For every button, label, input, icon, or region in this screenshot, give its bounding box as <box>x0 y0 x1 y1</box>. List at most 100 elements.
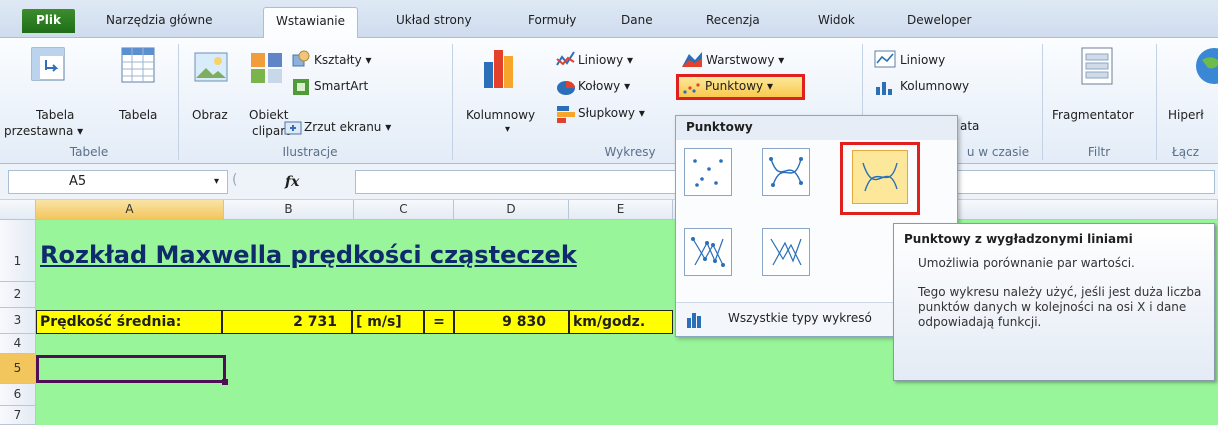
picture-icon <box>194 52 228 82</box>
row-header-3[interactable]: 3 <box>0 308 36 334</box>
sparkline-column-icon <box>876 82 892 95</box>
group-label-lacza: Łącz <box>1172 145 1199 159</box>
shapes-label: Kształty ▾ <box>314 53 372 67</box>
insert-function-icon[interactable]: fx <box>285 174 299 190</box>
fill-handle[interactable] <box>222 379 228 385</box>
cell-a3-label[interactable]: Prędkość średnia: <box>36 310 222 334</box>
column-header-d[interactable]: D <box>454 200 569 220</box>
cell-d3-value-kmh[interactable]: 9 830 <box>454 310 569 334</box>
tab-dane[interactable]: Dane <box>621 13 653 27</box>
area-chart-icon <box>682 52 702 67</box>
line-chart-label: Liniowy ▾ <box>578 53 634 67</box>
formula-bar: A5 ▾ ( fx <box>0 164 1218 200</box>
screenshot-label: Zrzut ekranu ▾ <box>304 120 392 134</box>
clipart-icon <box>251 53 282 83</box>
line-chart-icon <box>556 51 575 66</box>
smartart-label: SmartArt <box>314 79 369 93</box>
group-separator <box>1156 44 1157 160</box>
all-chart-types-label: Wszystkie typy wykresó <box>728 311 872 325</box>
cell-c3-unit-ms[interactable]: [ m/s] <box>352 310 424 334</box>
row-header-1[interactable]: 1 <box>0 220 36 282</box>
tab-narzedzia-glowne[interactable]: Narzędzia główne <box>106 13 213 27</box>
group-separator <box>178 44 179 160</box>
hyperlink-label: Hiperł <box>1168 108 1204 122</box>
scatter-smooth-lines-icon <box>862 162 898 192</box>
tab-recenzja[interactable]: Recenzja <box>706 13 760 27</box>
column-header-e[interactable]: E <box>569 200 673 220</box>
sparkline-line-label: Liniowy <box>900 53 946 67</box>
group-separator <box>1042 44 1043 160</box>
shapes-icon <box>292 50 310 67</box>
tab-deweloper[interactable]: Deweloper <box>907 13 971 27</box>
group-label-ilustracje: Ilustracje <box>282 145 338 159</box>
column-header-c[interactable]: C <box>354 200 454 220</box>
ribbon-tabs: Plik Narzędzia główne Wstawianie Układ s… <box>0 0 1218 39</box>
tab-formuly[interactable]: Formuły <box>528 13 576 27</box>
group-label-wykresy: Wykresy <box>604 145 656 159</box>
scatter-straight-markers-icon <box>691 237 725 267</box>
smartart-icon <box>293 79 309 95</box>
tooltip-description: Umożliwia porównanie par wartości. <box>918 256 1135 270</box>
area-chart-label: Warstwowy ▾ <box>706 53 785 67</box>
column-header-b[interactable]: B <box>224 200 354 220</box>
gallery-header: Punktowy <box>676 116 957 140</box>
group-label-wykresy-przebiegu: u w czasie <box>966 145 1030 159</box>
row-header-2[interactable]: 2 <box>0 282 36 308</box>
screenshot-icon <box>284 121 302 135</box>
group-label-tabele: Tabele <box>69 145 109 159</box>
scatter-markers-icon <box>693 159 723 187</box>
scatter-chart-icon <box>683 83 700 94</box>
scatter-markers-only-option[interactable] <box>684 148 732 196</box>
group-label-filtr: Filtr <box>1087 145 1111 159</box>
scatter-chart-button[interactable]: Punktowy ▾ <box>676 74 805 100</box>
scatter-smooth-markers-icon <box>769 157 803 187</box>
tooltip-usage-hint: Tego wykresu należy użyć, jeśli jest duż… <box>918 285 1202 329</box>
pivot-table-icon <box>31 47 65 81</box>
clipart-label-1: Obiekt <box>249 108 289 122</box>
tab-uklad-strony[interactable]: Układ strony <box>396 13 472 27</box>
pie-chart-label: Kołowy ▾ <box>578 79 631 93</box>
cell-e3-unit-kmh[interactable]: km/godz. <box>569 310 673 334</box>
tab-widok[interactable]: Widok <box>818 13 855 27</box>
active-cell-a5[interactable] <box>36 355 226 383</box>
scatter-smooth-lines-option[interactable] <box>852 150 908 204</box>
pivot-table-label-2: przestawna ▾ <box>4 124 84 138</box>
globe-icon <box>1196 48 1218 84</box>
row-header-6[interactable]: 6 <box>0 384 36 406</box>
pie-chart-icon <box>557 81 575 95</box>
table-label: Tabela <box>119 108 158 122</box>
tooltip-title: Punktowy z wygładzonymi liniami <box>904 232 1133 246</box>
group-separator <box>452 44 453 160</box>
column-chart-icon <box>484 50 513 88</box>
row-header-7[interactable]: 7 <box>0 406 36 425</box>
name-box-dropdown-icon[interactable]: ▾ <box>214 176 219 187</box>
scatter-chart-label: Punktowy ▾ <box>705 79 773 93</box>
bar-chart-icon <box>557 106 575 123</box>
tab-plik[interactable]: Plik <box>22 9 76 33</box>
row-header-4[interactable]: 4 <box>0 334 36 354</box>
column-chart-label: Kolumnowy <box>466 108 536 122</box>
bar-chart-label: Słupkowy ▾ <box>578 106 645 120</box>
column-header-a[interactable]: A <box>36 200 224 220</box>
slicer-label: Fragmentator <box>1052 108 1134 122</box>
row-header-5[interactable]: 5 <box>0 354 36 384</box>
select-all-corner[interactable] <box>0 200 36 220</box>
pivot-table-label-1: Tabela <box>36 108 75 122</box>
scatter-straight-lines-option[interactable] <box>762 228 810 276</box>
formula-separator-icon: ( <box>232 172 238 188</box>
name-box[interactable]: A5 <box>8 170 228 194</box>
ribbon: Tabela przestawna ▾ Tabela Tabele Obraz … <box>0 38 1218 164</box>
sparkline-winloss-label[interactable]: ata <box>960 119 979 133</box>
sparkline-column-label: Kolumnowy <box>900 79 970 93</box>
slicer-icon <box>1081 47 1113 85</box>
scatter-straight-markers-option[interactable] <box>684 228 732 276</box>
sheet-title[interactable]: Rozkład Maxwella prędkości cząsteczek <box>40 241 577 269</box>
cell-b3-value-ms[interactable]: 2 731 <box>222 310 352 334</box>
chart-type-tooltip: Punktowy z wygładzonymi liniami Umożliwi… <box>893 223 1215 381</box>
all-chart-types-icon <box>687 313 701 328</box>
cell-c3-equals[interactable]: = <box>424 310 454 334</box>
scatter-smooth-markers-option[interactable] <box>762 148 810 196</box>
tab-wstawianie[interactable]: Wstawianie <box>263 7 358 39</box>
column-chart-dropdown-arrow: ▾ <box>505 124 511 135</box>
picture-label: Obraz <box>192 108 228 122</box>
